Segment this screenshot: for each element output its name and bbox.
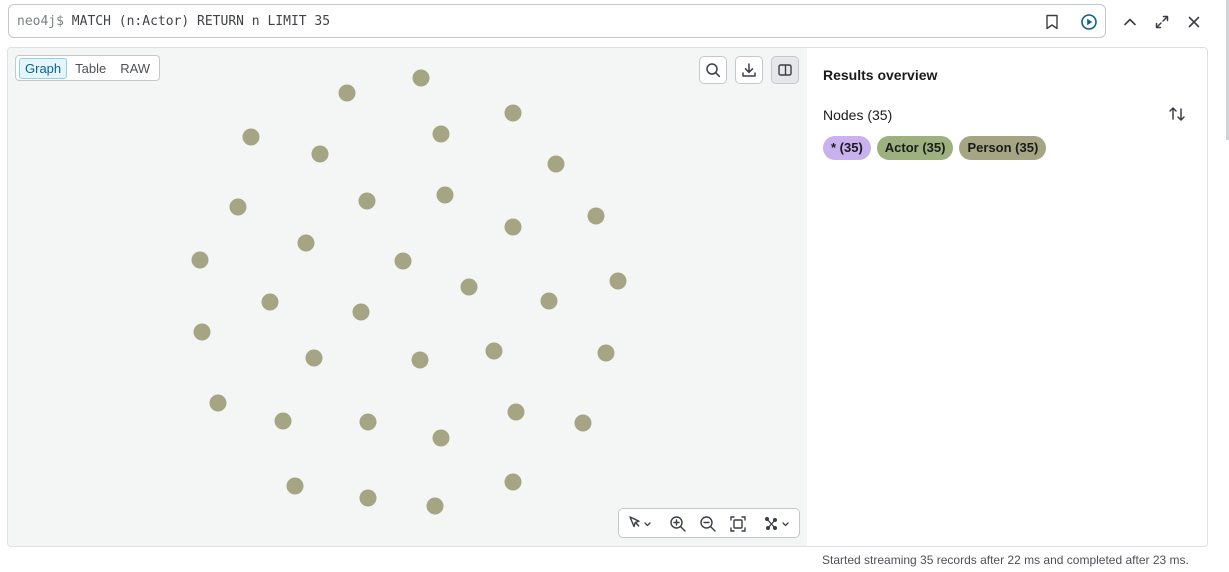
graph-node[interactable] xyxy=(352,303,370,321)
tab-graph[interactable]: Graph xyxy=(19,57,68,79)
graph-node[interactable] xyxy=(412,69,430,87)
graph-node[interactable] xyxy=(485,342,503,360)
graph-node[interactable] xyxy=(191,251,209,269)
download-button[interactable] xyxy=(735,56,763,84)
graph-node[interactable] xyxy=(242,128,260,146)
graph-node[interactable] xyxy=(261,293,279,311)
graph-node[interactable] xyxy=(574,414,592,432)
graph-node[interactable] xyxy=(540,292,558,310)
result-panel: Graph Table RAW Results overview Nodes (… xyxy=(7,47,1208,547)
graph-node[interactable] xyxy=(229,198,247,216)
label-chips: * (35) Actor (35) Person (35) xyxy=(823,136,1047,160)
graph-node[interactable] xyxy=(286,477,304,495)
search-button[interactable] xyxy=(699,56,727,84)
graph-node[interactable] xyxy=(359,413,377,431)
collapse-icon[interactable] xyxy=(1120,12,1140,32)
sort-icon[interactable] xyxy=(1167,104,1187,124)
close-icon[interactable] xyxy=(1184,12,1204,32)
graph-node[interactable] xyxy=(394,252,412,270)
query-editor[interactable]: neo4j$ MATCH (n:Actor) RETURN n LIMIT 35 xyxy=(8,4,1106,38)
graph-node[interactable] xyxy=(547,155,565,173)
select-mode-button[interactable] xyxy=(627,515,653,533)
graph-node[interactable] xyxy=(436,186,454,204)
graph-node[interactable] xyxy=(504,218,522,236)
label-chip-person[interactable]: Person (35) xyxy=(959,136,1047,160)
download-icon xyxy=(742,63,756,77)
zoom-in-icon xyxy=(670,516,686,532)
graph-node[interactable] xyxy=(338,84,356,102)
graph-node[interactable] xyxy=(504,104,522,122)
graph-node[interactable] xyxy=(274,412,292,430)
graph-node[interactable] xyxy=(305,349,323,367)
zoom-out-button[interactable] xyxy=(699,515,717,533)
layout-icon xyxy=(765,517,789,530)
graph-node[interactable] xyxy=(507,403,525,421)
label-chip-all[interactable]: * (35) xyxy=(823,136,871,160)
graph-nodes[interactable] xyxy=(8,48,807,546)
graph-node[interactable] xyxy=(297,234,315,252)
select-pointer-icon xyxy=(629,516,651,528)
results-overview-panel: Results overview Nodes (35) * (35) Actor… xyxy=(807,48,1207,546)
toggle-side-panel-button[interactable] xyxy=(771,56,799,84)
graph-node[interactable] xyxy=(432,125,450,143)
bookmark-icon[interactable] xyxy=(1042,12,1062,32)
run-query-icon[interactable] xyxy=(1079,12,1099,32)
graph-node[interactable] xyxy=(504,473,522,491)
graph-toolbar xyxy=(699,56,799,84)
graph-node[interactable] xyxy=(193,323,211,341)
graph-node[interactable] xyxy=(460,278,478,296)
zoom-in-button[interactable] xyxy=(669,515,687,533)
graph-node[interactable] xyxy=(209,394,227,412)
graph-node[interactable] xyxy=(411,351,429,369)
query-string[interactable]: MATCH (n:Actor) RETURN n LIMIT 35 xyxy=(72,14,330,29)
graph-node[interactable] xyxy=(358,192,376,210)
graph-node[interactable] xyxy=(359,489,377,507)
graph-controls xyxy=(618,508,800,538)
graph-node[interactable] xyxy=(432,429,450,447)
graph-node[interactable] xyxy=(311,145,329,163)
status-message: Started streaming 35 records after 22 ms… xyxy=(822,553,1189,567)
zoom-out-icon xyxy=(700,516,716,532)
editor-prompt: neo4j$ xyxy=(17,14,64,29)
search-icon xyxy=(706,63,721,78)
results-overview-title: Results overview xyxy=(823,67,938,83)
label-chip-actor[interactable]: Actor (35) xyxy=(876,136,954,160)
graph-canvas[interactable]: Graph Table RAW xyxy=(8,48,807,546)
side-panel-icon xyxy=(778,64,792,76)
graph-node[interactable] xyxy=(609,272,627,290)
tab-table[interactable]: Table xyxy=(69,58,112,79)
view-tabs: Graph Table RAW xyxy=(15,55,161,81)
graph-node[interactable] xyxy=(587,207,605,225)
fit-to-screen-button[interactable] xyxy=(729,515,747,533)
graph-node[interactable] xyxy=(597,344,615,362)
fit-to-screen-icon xyxy=(730,516,746,532)
graph-node[interactable] xyxy=(426,497,444,515)
nodes-count-label: Nodes (35) xyxy=(823,107,893,123)
fullscreen-icon[interactable] xyxy=(1152,12,1172,32)
tab-raw[interactable]: RAW xyxy=(114,58,156,79)
layout-button[interactable] xyxy=(763,515,793,533)
query-text[interactable]: neo4j$ MATCH (n:Actor) RETURN n LIMIT 35 xyxy=(17,14,330,29)
